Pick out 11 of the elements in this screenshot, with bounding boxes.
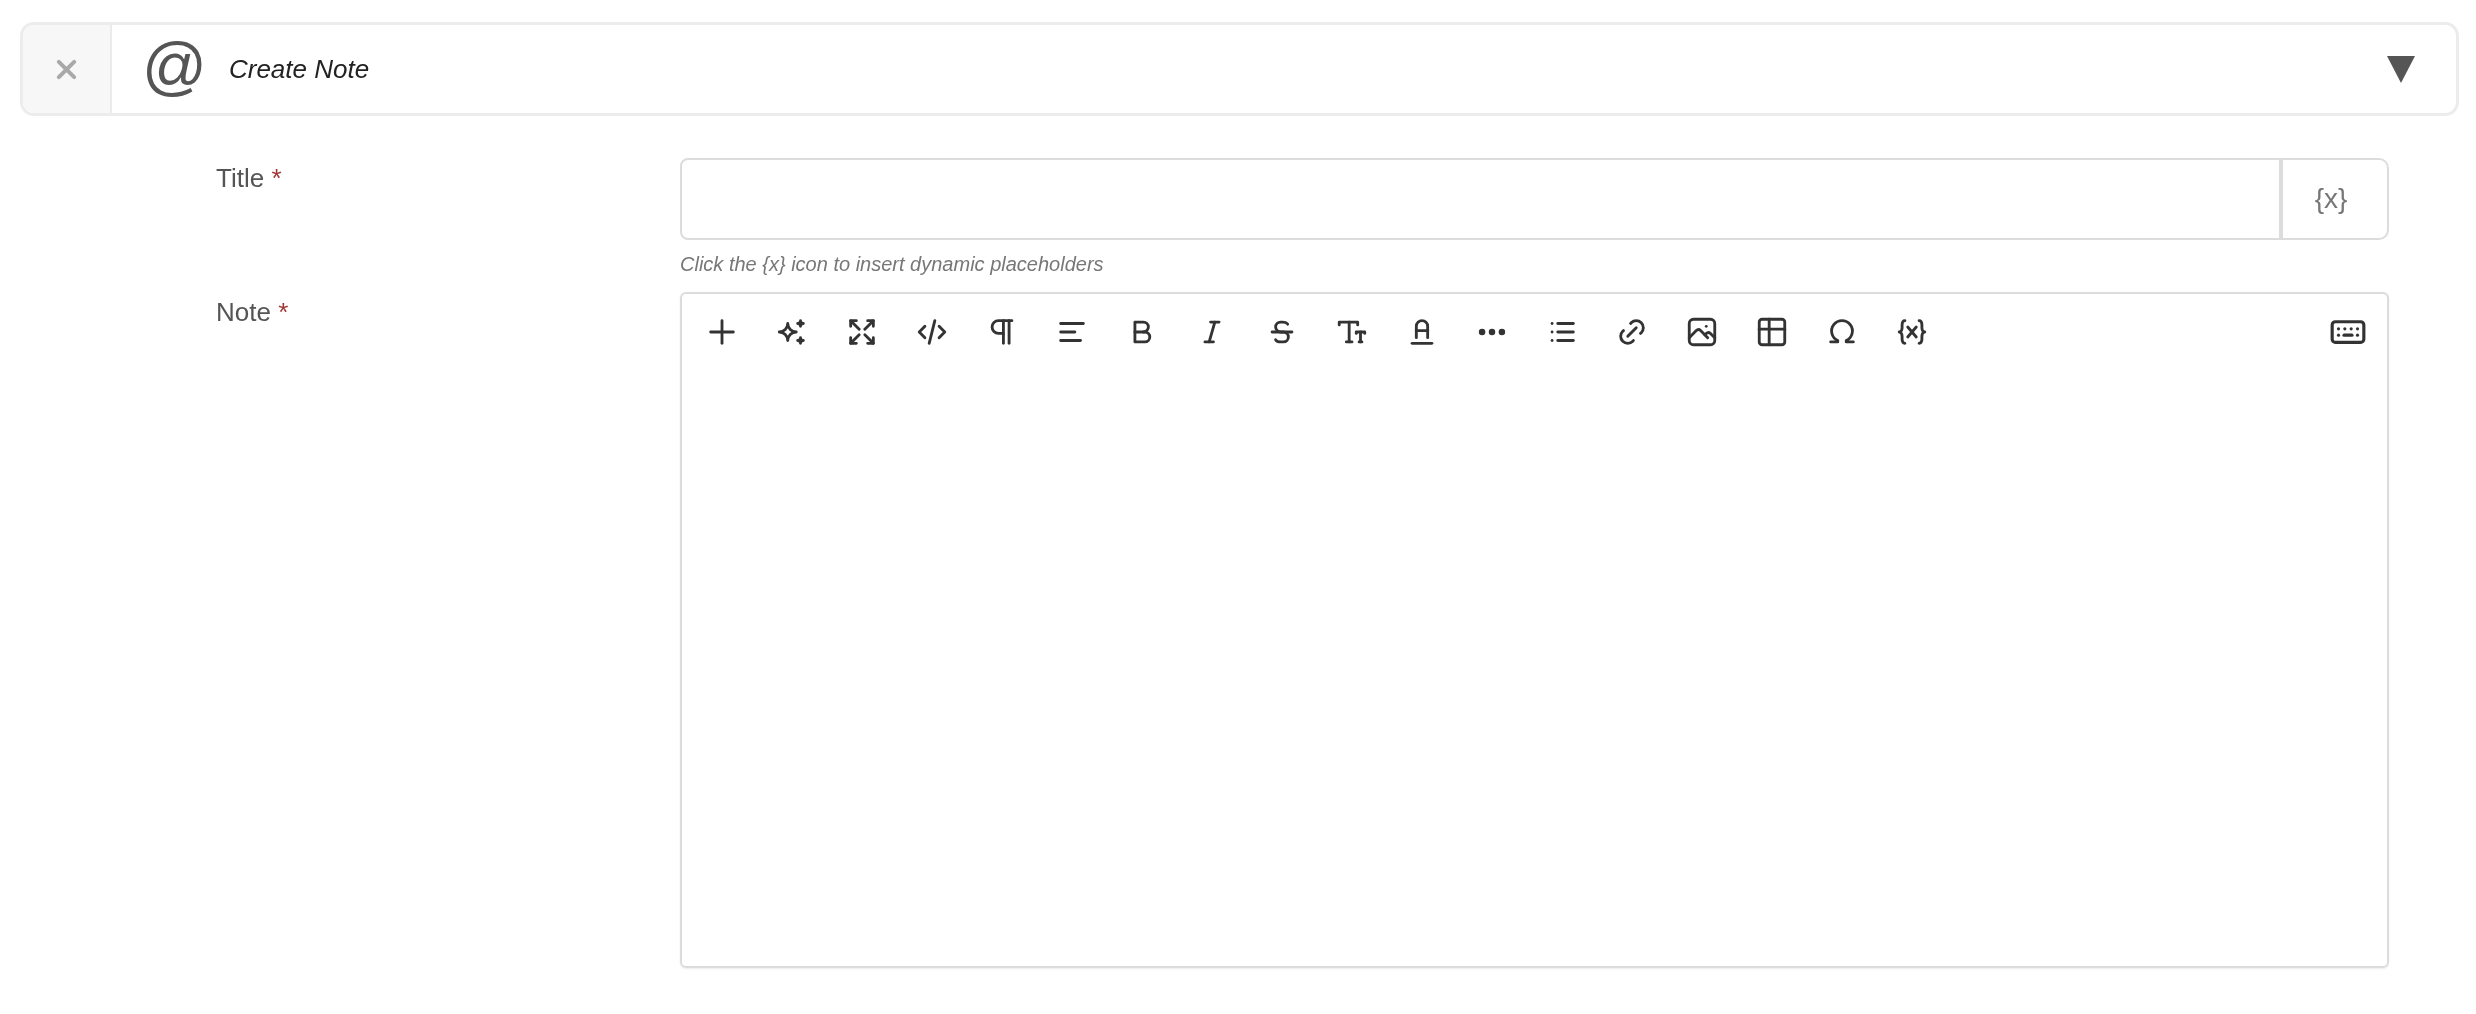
caret-down-icon[interactable] bbox=[2387, 55, 2415, 83]
title-input-field[interactable] bbox=[680, 158, 2283, 240]
insert-placeholder-button[interactable]: {x} bbox=[2283, 158, 2389, 240]
at-sign-icon: @ bbox=[142, 34, 207, 98]
field-hint: Click the {x} icon to insert dynamic placeholders bbox=[680, 252, 1104, 276]
keyboard-icon[interactable] bbox=[2329, 320, 2367, 344]
field-label: Note * bbox=[216, 296, 289, 329]
field-label: Title * bbox=[216, 162, 282, 195]
panel-title: Create Note bbox=[228, 53, 370, 85]
table-icon[interactable] bbox=[1755, 315, 1789, 349]
image-icon[interactable] bbox=[1685, 315, 1719, 349]
